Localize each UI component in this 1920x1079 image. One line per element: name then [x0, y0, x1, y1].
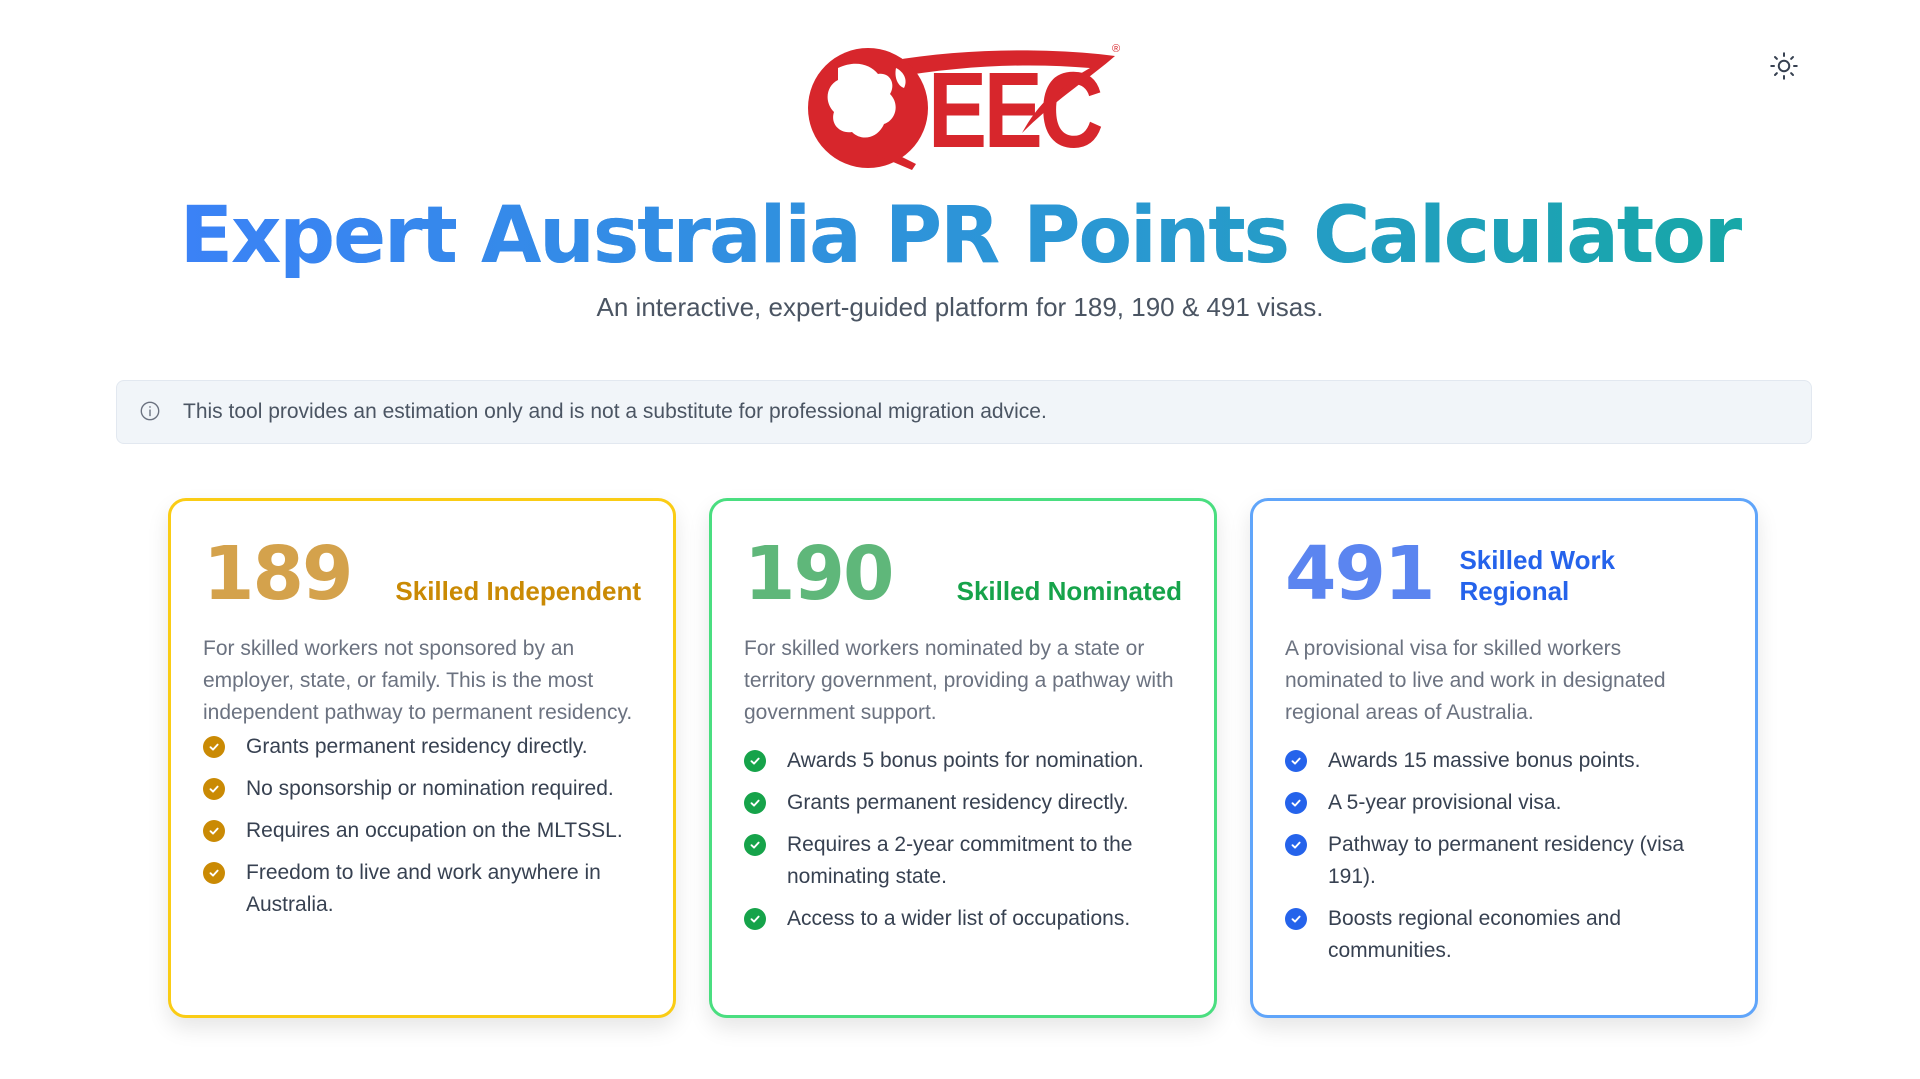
check-circle-icon — [1285, 834, 1307, 856]
check-circle-icon — [203, 820, 225, 842]
visa-number: 190 — [744, 531, 894, 617]
visa-number: 189 — [203, 531, 353, 617]
feature-text: No sponsorship or nomination required. — [246, 777, 614, 800]
feature-item: Awards 15 massive bonus points. — [1285, 745, 1723, 777]
page-title-text: Expert Australia PR Points Calculator — [179, 191, 1743, 281]
feature-item: No sponsorship or nomination required. — [203, 773, 641, 805]
sun-icon — [1770, 52, 1798, 80]
disclaimer-notice: This tool provides an estimation only an… — [116, 380, 1812, 444]
feature-item: Access to a wider list of occupations. — [744, 903, 1182, 935]
feature-item: Freedom to live and work anywhere in Aus… — [203, 857, 641, 921]
feature-item: Grants permanent residency directly. — [203, 731, 641, 763]
feature-list: Awards 5 bonus points for nomination. Gr… — [744, 745, 1182, 935]
visa-name: Skilled Nominated — [956, 576, 1182, 606]
eec-logo[interactable]: ® EEC — [800, 38, 1125, 173]
feature-text: Requires a 2-year commitment to the nomi… — [787, 833, 1133, 888]
theme-toggle-button[interactable] — [1764, 46, 1804, 86]
card-header: 190 Skilled Nominated — [744, 531, 1182, 611]
feature-list: Awards 15 massive bonus points. A 5-year… — [1285, 745, 1723, 967]
visa-description: For skilled workers nominated by a state… — [744, 637, 1174, 724]
check-circle-icon — [744, 908, 766, 930]
feature-text: Freedom to live and work anywhere in Aus… — [246, 861, 601, 916]
check-circle-icon — [203, 778, 225, 800]
card-header: 189 Skilled Independent — [203, 531, 641, 611]
disclaimer-text: This tool provides an estimation only an… — [183, 400, 1047, 423]
logo-text: EEC — [928, 49, 1104, 170]
feature-item: Grants permanent residency directly. — [744, 787, 1182, 819]
feature-item: Boosts regional economies and communitie… — [1285, 903, 1723, 967]
visa-description: For skilled workers not sponsored by an … — [203, 637, 633, 724]
card-header: 491 Skilled Work Regional — [1285, 531, 1723, 611]
feature-item: Requires a 2-year commitment to the nomi… — [744, 829, 1182, 893]
check-circle-icon — [203, 862, 225, 884]
check-circle-icon — [1285, 792, 1307, 814]
check-circle-icon — [744, 792, 766, 814]
page-subtitle: An interactive, expert-guided platform f… — [596, 292, 1324, 322]
feature-text: Access to a wider list of occupations. — [787, 907, 1131, 930]
check-circle-icon — [1285, 750, 1307, 772]
info-icon — [139, 400, 163, 424]
page-title: Expert Australia PR Points Calculator — [0, 191, 1920, 281]
visa-card-189[interactable]: 189 Skilled Independent For skilled work… — [168, 498, 676, 1018]
visa-description: A provisional visa for skilled workers n… — [1285, 637, 1666, 724]
feature-item: Requires an occupation on the MLTSSL. — [203, 815, 641, 847]
feature-text: A 5-year provisional visa. — [1328, 791, 1562, 814]
check-circle-icon — [744, 834, 766, 856]
visa-name: Skilled Work Regional — [1459, 545, 1616, 606]
feature-list: Grants permanent residency directly. No … — [203, 731, 641, 921]
feature-text: Requires an occupation on the MLTSSL. — [246, 819, 623, 842]
visa-card-491[interactable]: 491 Skilled Work Regional A provisional … — [1250, 498, 1758, 1018]
feature-item: Awards 5 bonus points for nomination. — [744, 745, 1182, 777]
visa-cards: 189 Skilled Independent For skilled work… — [168, 498, 1758, 1018]
feature-text: Grants permanent residency directly. — [787, 791, 1129, 814]
check-circle-icon — [744, 750, 766, 772]
feature-text: Pathway to permanent residency (visa 191… — [1328, 833, 1685, 888]
visa-name: Skilled Independent — [395, 576, 641, 606]
feature-text: Grants permanent residency directly. — [246, 735, 588, 758]
visa-card-190[interactable]: 190 Skilled Nominated For skilled worker… — [709, 498, 1217, 1018]
feature-text: Awards 15 massive bonus points. — [1328, 749, 1641, 772]
visa-number: 491 — [1285, 531, 1435, 617]
feature-item: Pathway to permanent residency (visa 191… — [1285, 829, 1723, 893]
registered-mark: ® — [1112, 43, 1120, 55]
feature-text: Awards 5 bonus points for nomination. — [787, 749, 1144, 772]
check-circle-icon — [1285, 908, 1307, 930]
feature-item: A 5-year provisional visa. — [1285, 787, 1723, 819]
feature-text: Boosts regional economies and communitie… — [1328, 907, 1622, 962]
check-circle-icon — [203, 736, 225, 758]
